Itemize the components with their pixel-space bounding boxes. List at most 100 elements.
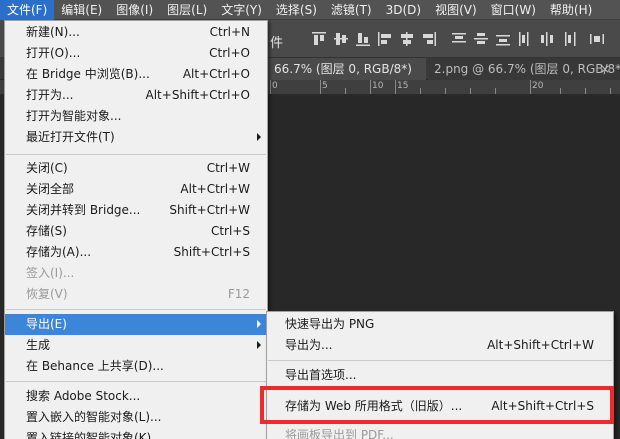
menu-item-shortcut: Alt+Shift+Ctrl+S — [491, 399, 594, 413]
align-top-icon[interactable] — [312, 32, 326, 46]
menu-item-shortcut: Alt+Ctrl+W — [180, 182, 250, 196]
options-label: 件 — [270, 36, 284, 51]
menu-3d[interactable]: 3D(D) — [379, 0, 428, 20]
distribute-horizontal-center-icon[interactable] — [540, 32, 554, 46]
menu-item-label: 在 Behance 上共享(D)... — [26, 359, 164, 373]
menu-type[interactable]: 文字(Y) — [214, 0, 269, 20]
menu-help[interactable]: 帮助(H) — [543, 0, 599, 20]
ruler-label-5: 5 — [322, 81, 328, 91]
align-horizontal-center-icon[interactable] — [400, 32, 414, 46]
align-left-icon[interactable] — [378, 32, 392, 46]
menu-item-label: 存储(S) — [26, 224, 67, 238]
menu-item-shortcut: F12 — [227, 287, 250, 301]
menu-select[interactable]: 选择(S) — [269, 0, 324, 20]
align-right-icon[interactable] — [422, 32, 436, 46]
menu-item-recent-files[interactable]: 最近打开文件(T) — [5, 127, 267, 148]
menu-item-label: 新建(N)... — [26, 25, 80, 39]
file-menu: 新建(N)... Ctrl+N 打开(O)... Ctrl+O 在 Bridge… — [4, 20, 268, 439]
submenu-arrow-icon — [257, 133, 261, 141]
menu-item-shortcut: Ctrl+S — [210, 224, 250, 238]
align-bottom-icon[interactable] — [356, 32, 370, 46]
ruler-label-0: 0 — [272, 81, 278, 91]
menu-item-browse-in-bridge[interactable]: 在 Bridge 中浏览(B)... Alt+Ctrl+O — [5, 64, 267, 85]
menu-item-label: 导出为... — [285, 338, 333, 352]
submenu-arrow-icon — [257, 320, 261, 328]
menu-item-quick-export-png[interactable]: 快速导出为 PNG — [267, 314, 613, 335]
menu-separator — [268, 360, 612, 361]
menu-item-check-in: 签入(I)... — [5, 263, 267, 284]
menu-item-label: 将画板导出到 PDF... — [285, 428, 394, 439]
menu-separator — [6, 381, 266, 382]
menu-item-open[interactable]: 打开(O)... Ctrl+O — [5, 43, 267, 64]
menu-image[interactable]: 图像(I) — [109, 0, 160, 20]
menu-item-save-for-web-legacy[interactable]: 存储为 Web 所用格式（旧版）... Alt+Shift+Ctrl+S — [267, 396, 613, 417]
menu-item-label: 在 Bridge 中浏览(B)... — [26, 67, 150, 81]
menu-item-shortcut: Shift+Ctrl+W — [169, 203, 250, 217]
menu-item-export-preferences[interactable]: 导出首选项... — [267, 365, 613, 386]
tab-document-1-label: 66.7% (图层 0, RGB/8*) — [274, 62, 412, 76]
menu-file[interactable]: 文件(F) — [0, 0, 55, 20]
menu-item-open-as-smart-object[interactable]: 打开为智能对象... — [5, 106, 267, 127]
menu-item-shortcut: Ctrl+O — [209, 46, 250, 60]
menu-item-close[interactable]: 关闭(C) Ctrl+W — [5, 158, 267, 179]
menu-item-search-adobe-stock[interactable]: 搜索 Adobe Stock... — [5, 386, 267, 407]
menu-item-label: 打开为智能对象... — [26, 109, 122, 123]
menu-item-save[interactable]: 存储(S) Ctrl+S — [5, 221, 267, 242]
menu-item-revert: 恢复(V) F12 — [5, 284, 267, 305]
menu-item-share-on-behance[interactable]: 在 Behance 上共享(D)... — [5, 356, 267, 377]
menu-item-shortcut: Shift+Ctrl+S — [173, 245, 250, 259]
align-vertical-center-icon[interactable] — [334, 32, 348, 46]
menu-item-shortcut: Alt+Ctrl+O — [182, 67, 250, 81]
tab-document-2[interactable]: 2.png @ 66.7% (图层 0, RGB/8*) × — [428, 58, 620, 80]
distribute-right-icon[interactable] — [562, 32, 576, 46]
menu-item-shortcut: Alt+Shift+Ctrl+O — [145, 88, 250, 102]
distribute-left-icon[interactable] — [518, 32, 532, 46]
menu-item-label: 存储为 Web 所用格式（旧版）... — [285, 399, 463, 413]
menu-item-label: 打开为... — [26, 88, 74, 102]
menu-item-label: 存储为(A)... — [26, 245, 92, 259]
menu-item-label: 关闭全部 — [26, 182, 75, 196]
distribute-top-icon[interactable] — [452, 32, 466, 46]
menu-item-label: 关闭并转到 Bridge... — [26, 203, 141, 217]
menu-item-generate[interactable]: 生成 — [5, 335, 267, 356]
tab-document-2-label: 2.png @ 66.7% (图层 0, RGB/8*) — [434, 62, 620, 76]
ruler-label-20: 20 — [532, 81, 544, 91]
distribute-vertical-center-icon[interactable] — [474, 32, 488, 46]
menu-separator — [268, 389, 612, 390]
menu-item-label: 生成 — [26, 338, 51, 352]
menu-item-open-as[interactable]: 打开为... Alt+Shift+Ctrl+O — [5, 85, 267, 106]
submenu-arrow-icon — [257, 341, 261, 349]
menu-item-export[interactable]: 导出(E) — [5, 314, 267, 335]
menu-item-save-as[interactable]: 存储为(A)... Shift+Ctrl+S — [5, 242, 267, 263]
menu-item-new[interactable]: 新建(N)... Ctrl+N — [5, 22, 267, 43]
menu-item-label: 导出(E) — [26, 317, 67, 331]
menu-edit[interactable]: 编辑(E) — [54, 0, 109, 20]
menu-item-label: 搜索 Adobe Stock... — [26, 389, 141, 403]
menu-layer[interactable]: 图层(L) — [160, 0, 214, 20]
ruler-label-10: 10 — [372, 81, 384, 91]
menu-view[interactable]: 视图(V) — [428, 0, 484, 20]
menu-item-label: 打开(O)... — [26, 46, 81, 60]
menu-item-artboards-to-pdf: 将画板导出到 PDF... — [267, 425, 613, 439]
menu-separator — [6, 154, 266, 155]
tab-document-1[interactable]: 66.7% (图层 0, RGB/8*) — [268, 58, 426, 80]
menu-item-shortcut: Ctrl+W — [206, 161, 250, 175]
ruler-label-15: 15 — [397, 81, 409, 91]
menu-bar: 文件(F) 编辑(E) 图像(I) 图层(L) 文字(Y) 选择(S) 滤镜(T… — [0, 0, 620, 20]
menu-item-label: 关闭(C) — [26, 161, 68, 175]
auto-align-icon[interactable] — [590, 32, 604, 46]
menu-item-label: 快速导出为 PNG — [285, 317, 375, 331]
menu-window[interactable]: 窗口(W) — [484, 0, 543, 20]
menu-filter[interactable]: 滤镜(T) — [324, 0, 379, 20]
menu-item-place-linked[interactable]: 置入链接的智能对象(K)... — [5, 428, 267, 439]
menu-item-place-embedded[interactable]: 置入嵌入的智能对象(L)... — [5, 407, 267, 428]
menu-item-label: 导出首选项... — [285, 368, 357, 382]
distribute-bottom-icon[interactable] — [496, 32, 510, 46]
menu-item-export-as[interactable]: 导出为... Alt+Shift+Ctrl+W — [267, 335, 613, 356]
menu-item-label: 恢复(V) — [26, 287, 68, 301]
menu-item-label: 置入嵌入的智能对象(L)... — [26, 410, 162, 424]
menu-separator — [6, 309, 266, 310]
menu-item-close-all[interactable]: 关闭全部 Alt+Ctrl+W — [5, 179, 267, 200]
tab-close-icon[interactable]: × — [600, 58, 610, 80]
menu-item-close-and-go-to-bridge[interactable]: 关闭并转到 Bridge... Shift+Ctrl+W — [5, 200, 267, 221]
